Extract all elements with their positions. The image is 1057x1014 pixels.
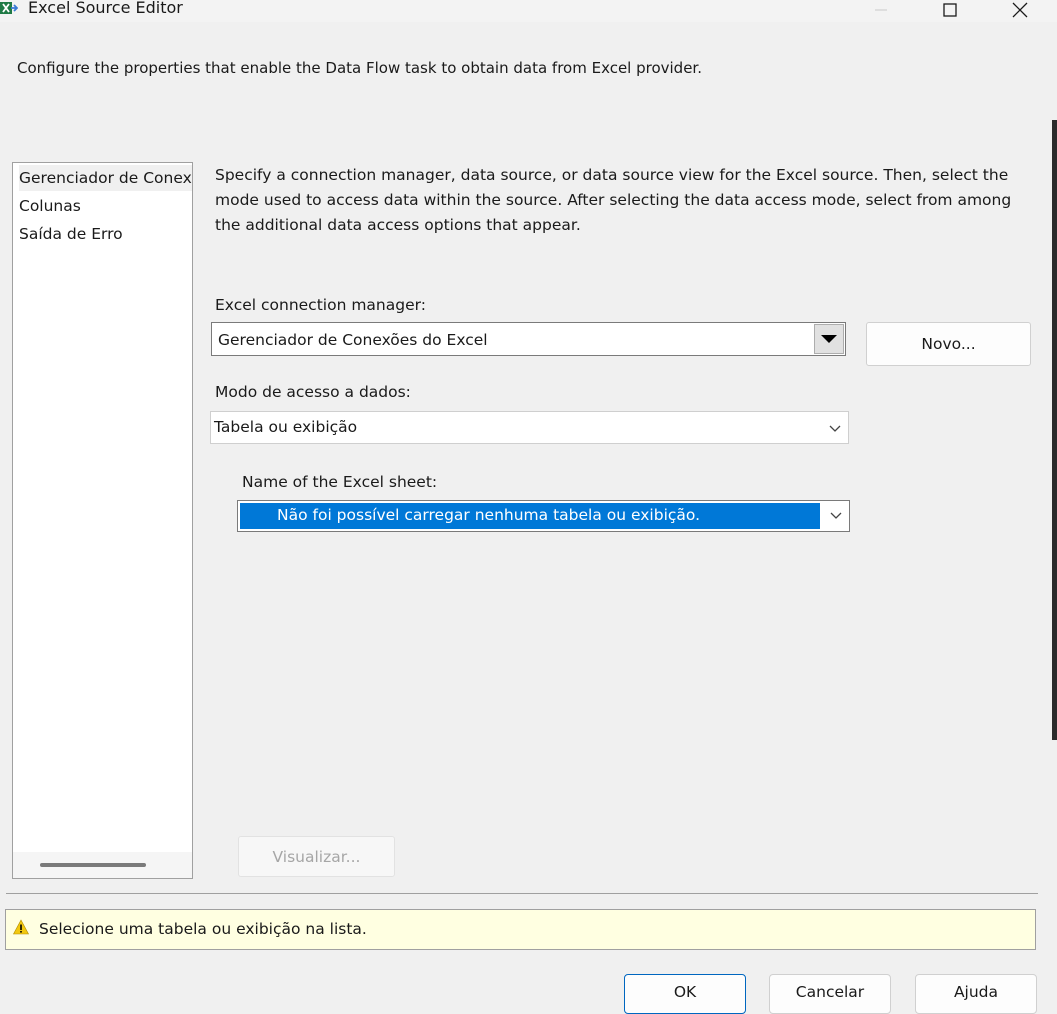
sheet-name-label: Name of the Excel sheet: [242, 473, 438, 491]
warning-icon [13, 919, 29, 935]
connection-manager-dropdown-button[interactable] [814, 324, 844, 354]
access-mode-label: Modo de acesso a dados: [215, 383, 411, 401]
divider [6, 893, 1038, 894]
preview-button[interactable]: Visualizar... [238, 836, 395, 877]
background-window-edge [1052, 120, 1057, 740]
nav-item-error-output[interactable]: Saída de Erro [19, 221, 192, 247]
window-title: Excel Source Editor [28, 0, 183, 17]
minimize-icon [875, 9, 887, 11]
close-icon [1012, 2, 1028, 18]
status-message-bar: Selecione uma tabela ou exibição na list… [5, 909, 1036, 950]
connection-manager-value: Gerenciador de Conexões do Excel [218, 331, 488, 349]
access-mode-value: Tabela ou exibição [214, 418, 358, 436]
page-navigation-list[interactable]: Gerenciador de Conexões Colunas Saída de… [12, 162, 193, 879]
nav-item-connection-manager[interactable]: Gerenciador de Conexões [19, 165, 192, 191]
sheet-name-combobox[interactable]: Não foi possível carregar nenhuma tabela… [237, 500, 850, 532]
new-connection-button[interactable]: Novo... [866, 322, 1031, 366]
ok-button[interactable]: OK [624, 974, 746, 1014]
nav-item-columns[interactable]: Colunas [19, 193, 192, 219]
maximize-button[interactable] [920, 0, 980, 24]
chevron-down-icon [829, 425, 841, 432]
access-mode-combobox[interactable]: Tabela ou exibição [210, 411, 849, 444]
status-message: Selecione uma tabela ou exibição na list… [39, 920, 367, 938]
excel-source-icon [0, 2, 18, 14]
scrollbar-thumb[interactable] [40, 863, 146, 867]
cancel-button[interactable]: Cancelar [769, 974, 891, 1014]
minimize-button[interactable] [851, 0, 911, 24]
triangle-down-icon [821, 335, 837, 343]
instructions-text: Specify a connection manager, data sourc… [215, 166, 1012, 234]
help-button[interactable]: Ajuda [915, 974, 1037, 1014]
sheet-name-value: Não foi possível carregar nenhuma tabela… [277, 506, 701, 524]
nav-horizontal-scrollbar[interactable] [13, 852, 192, 878]
close-button[interactable] [990, 0, 1050, 24]
connection-manager-label: Excel connection manager: [215, 296, 426, 314]
chevron-down-icon [830, 512, 842, 519]
maximize-icon [943, 3, 957, 17]
dialog-description: Configure the properties that enable the… [17, 59, 702, 77]
connection-manager-combobox[interactable]: Gerenciador de Conexões do Excel [211, 322, 846, 356]
